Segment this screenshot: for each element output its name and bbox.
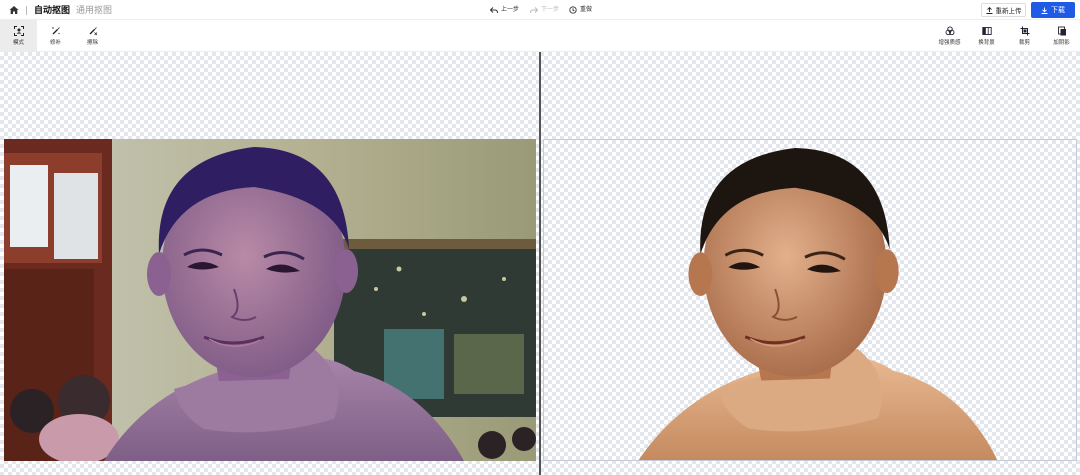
tool-background-label: 换背景	[978, 40, 995, 46]
crop-icon	[1020, 26, 1029, 36]
toolbar: 模式 修补 擦除 增强质感 换背景 裁剪 加阴影	[0, 20, 1080, 52]
eraser-icon	[89, 27, 97, 36]
reupload-label: 重新上传	[995, 8, 1022, 15]
undo-label: 上一步	[501, 7, 520, 13]
undo-button[interactable]: 上一步	[490, 5, 519, 15]
tool-background[interactable]: 换背景	[968, 20, 1005, 52]
top-bar: 自动抠图 通用抠图 上一步 下一步 重做 重新上传 下载	[0, 0, 1080, 20]
download-label: 下载	[1051, 7, 1065, 14]
redo-label: 下一步	[541, 7, 560, 13]
upload-icon	[986, 6, 992, 14]
tool-shadow[interactable]: 加阴影	[1043, 20, 1080, 52]
history-icon	[569, 6, 577, 14]
compare-divider-handle[interactable]	[539, 52, 541, 475]
original-photo	[4, 139, 536, 461]
home-icon[interactable]	[9, 5, 19, 15]
redo-icon	[530, 6, 538, 13]
redo-button[interactable]: 下一步	[530, 5, 559, 15]
tool-crop[interactable]: 裁剪	[1006, 20, 1043, 52]
tool-eraser-label: 擦除	[86, 40, 98, 46]
mode-icon	[13, 26, 24, 36]
background-icon	[981, 27, 992, 35]
tool-brush[interactable]: 修补	[37, 20, 74, 52]
brush-icon	[51, 27, 60, 35]
download-icon	[1041, 7, 1048, 14]
tool-mode-label: 模式	[12, 40, 24, 46]
tab-general-cutout[interactable]: 通用抠图	[76, 3, 112, 17]
reupload-button[interactable]: 重新上传	[981, 3, 1026, 17]
reset-label: 重做	[580, 7, 593, 13]
tool-mode[interactable]: 模式	[0, 20, 37, 52]
shadow-icon	[1057, 26, 1066, 36]
tab-auto-cutout[interactable]: 自动抠图	[34, 3, 70, 17]
undo-icon	[490, 6, 498, 13]
tool-shadow-label: 加阴影	[1053, 40, 1070, 46]
header-separator	[26, 6, 27, 15]
tool-enhance-label: 增强质感	[938, 40, 961, 46]
enhance-icon	[945, 26, 954, 36]
tool-eraser[interactable]: 擦除	[74, 20, 111, 52]
tool-brush-label: 修补	[49, 40, 61, 46]
download-button[interactable]: 下载	[1031, 2, 1075, 18]
cutout-result-photo	[543, 139, 1077, 461]
reset-button[interactable]: 重做	[569, 5, 592, 15]
tool-enhance[interactable]: 增强质感	[931, 20, 968, 52]
tool-crop-label: 裁剪	[1018, 40, 1030, 46]
